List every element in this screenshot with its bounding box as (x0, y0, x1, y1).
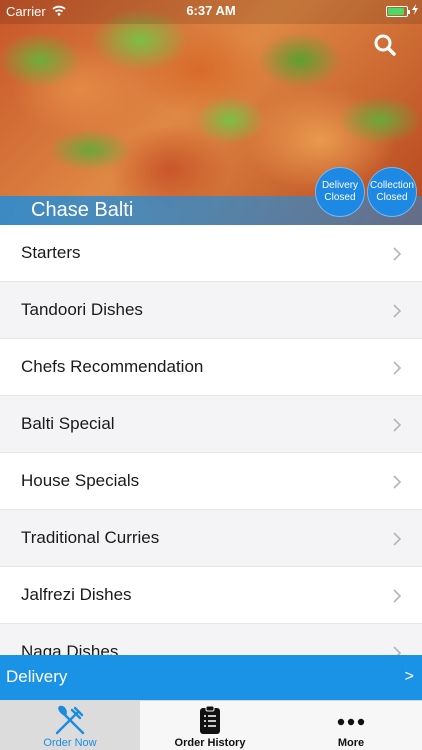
menu-item-naga-dishes[interactable]: Naga Dishes (0, 624, 422, 655)
chevron-right-icon (393, 589, 402, 603)
chevron-right-icon (393, 361, 402, 375)
tab-bar: Order Now Order History More (0, 700, 422, 750)
tab-order-history[interactable]: Order History (140, 701, 280, 750)
menu-item-label: House Specials (21, 471, 140, 490)
menu-item-label: Tandoori Dishes (21, 300, 143, 319)
delivery-status-line2: Closed (324, 192, 356, 203)
chevron-right-icon (393, 475, 402, 489)
clipboard-icon (199, 705, 221, 740)
menu-item-starters[interactable]: Starters (0, 225, 422, 282)
menu-item-jalfrezi-dishes[interactable]: Jalfrezi Dishes (0, 567, 422, 624)
search-icon[interactable] (372, 32, 398, 58)
delivery-status-line1: Delivery (321, 180, 359, 191)
delivery-arrow-icon: > (404, 668, 414, 685)
collection-status-line2: Closed (376, 192, 408, 203)
menu-category-list: Starters Tandoori Dishes Chefs Recommend… (0, 225, 422, 655)
tab-more[interactable]: More (281, 701, 421, 750)
menu-item-label: Naga Dishes (21, 642, 119, 655)
menu-item-chefs-recommendation[interactable]: Chefs Recommendation (0, 339, 422, 396)
chevron-right-icon (393, 418, 402, 432)
hero-image: Carrier 6:37 AM Chase Balti Delivery Clo… (0, 0, 422, 225)
chevron-right-icon (393, 532, 402, 546)
delivery-mode-label: Delivery (6, 667, 68, 686)
tab-order-now[interactable]: Order Now (0, 701, 140, 750)
collection-status-badge: Collection Closed (367, 167, 417, 217)
tab-label: More (337, 737, 365, 749)
menu-item-label: Starters (21, 243, 81, 262)
menu-item-traditional-curries[interactable]: Traditional Curries (0, 510, 422, 567)
battery-level (388, 8, 404, 15)
chevron-right-icon (393, 304, 402, 318)
delivery-status-badge: Delivery Closed (315, 167, 365, 217)
menu-item-label: Chefs Recommendation (21, 357, 204, 376)
collection-status-line1: Collection (370, 180, 414, 191)
more-dots-icon (337, 713, 365, 731)
tab-label: Order History (174, 737, 246, 749)
chevron-right-icon (393, 247, 402, 261)
menu-item-label: Jalfrezi Dishes (21, 585, 132, 604)
delivery-mode-bar[interactable]: Delivery > (0, 655, 422, 700)
menu-item-balti-special[interactable]: Balti Special (0, 396, 422, 453)
tab-label: Order Now (43, 737, 97, 749)
menu-item-label: Balti Special (21, 414, 115, 433)
restaurant-name: Chase Balti (31, 199, 134, 221)
status-bar: Carrier 6:37 AM (0, 0, 422, 22)
menu-item-label: Traditional Curries (21, 528, 160, 547)
menu-item-house-specials[interactable]: House Specials (0, 453, 422, 510)
battery-icon (386, 6, 410, 17)
battery-tip (408, 10, 410, 14)
charging-icon (412, 4, 418, 18)
menu-item-tandoori-dishes[interactable]: Tandoori Dishes (0, 282, 422, 339)
chevron-right-icon (393, 646, 402, 655)
clock-time: 6:37 AM (186, 3, 236, 18)
